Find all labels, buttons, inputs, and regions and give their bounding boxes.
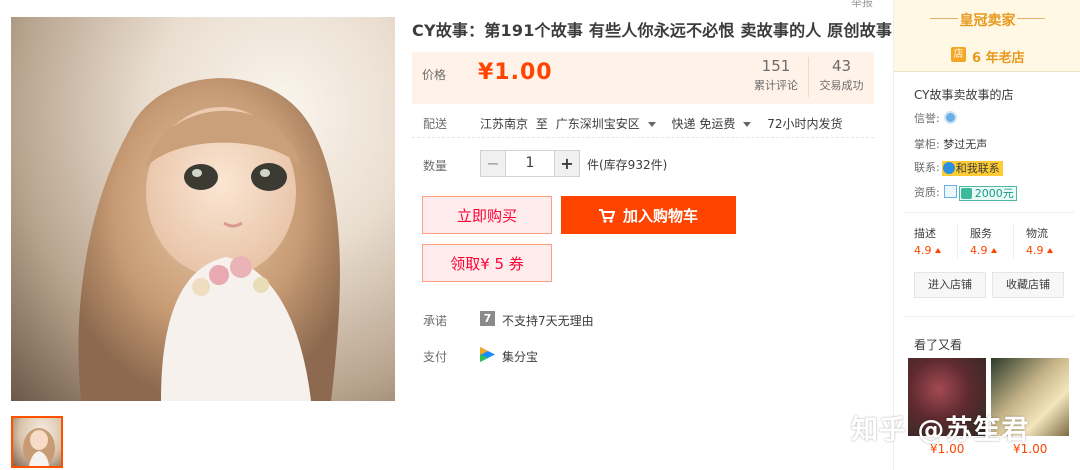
buy-now-button[interactable]: 立即购买 xyxy=(422,196,552,234)
product-title: CY故事：第191个故事 有些人你永远不必恨 卖故事的人 原创故事 xyxy=(412,21,893,40)
contact-label: 联系: xyxy=(914,161,940,174)
deposit-amount: 2000元 xyxy=(974,187,1014,200)
contact-seller-label: 和我联系 xyxy=(955,162,1000,175)
crown-seller-title: 皇冠卖家 xyxy=(959,13,1016,29)
shipping-method-select[interactable]: 快递 免运费 xyxy=(672,117,760,131)
report-link[interactable]: 举报 xyxy=(851,0,873,10)
credit-row: 信誉: xyxy=(914,110,957,126)
seven-day-return-icon: 7 xyxy=(480,311,495,326)
sales-count-stat[interactable]: 43 交易成功 xyxy=(808,57,874,97)
promise-label: 承诺 xyxy=(423,314,448,328)
doll-photo xyxy=(78,78,340,401)
quantity-stepper: − 1 + xyxy=(480,150,580,177)
divider xyxy=(957,224,958,258)
quantity-input[interactable]: 1 xyxy=(506,150,554,177)
cart-icon xyxy=(598,209,615,223)
shipping-label: 配送 xyxy=(423,117,448,131)
product-main-image[interactable] xyxy=(11,17,395,401)
id-verified-icon[interactable] xyxy=(943,185,957,198)
review-count-stat[interactable]: 151 累计评论 xyxy=(746,57,806,93)
arrow-up-icon xyxy=(990,248,997,253)
ship-from: 江苏南京 xyxy=(480,117,529,131)
contact-seller-button[interactable]: 和我联系 xyxy=(941,161,1003,176)
watermark: 知乎 @苏笙君 xyxy=(851,415,1030,446)
product-thumbnail[interactable] xyxy=(11,416,63,468)
store-icon: 店 xyxy=(951,47,966,62)
claim-coupon-button[interactable]: 领取¥ 5 券 xyxy=(422,244,552,282)
ship-to-word: 至 xyxy=(535,117,548,131)
shipping-method: 快递 免运费 xyxy=(671,117,736,131)
ship-destination: 广东深圳宝安区 xyxy=(555,117,640,131)
shop-name[interactable]: CY故事卖故事的店 xyxy=(914,86,1014,103)
enter-shop-button[interactable]: 进入店铺 xyxy=(914,272,986,298)
contact-row: 联系: 和我联系 xyxy=(914,159,1003,176)
arrow-up-icon xyxy=(1046,248,1053,253)
keeper-name[interactable]: 梦过无声 xyxy=(943,138,987,151)
qualification-label: 资质: xyxy=(914,186,940,199)
quantity-label: 数量 xyxy=(423,159,448,173)
favorite-shop-button[interactable]: 收藏店铺 xyxy=(992,272,1064,298)
rating-value: 4.9 xyxy=(1026,244,1076,257)
divider xyxy=(1017,18,1045,19)
price-panel: 价格 ¥1.00 151 累计评论 43 交易成功 xyxy=(412,52,874,104)
deposit-badge[interactable]: 2000元 xyxy=(958,186,1017,201)
credit-label: 信誉: xyxy=(914,112,940,125)
add-to-cart-button[interactable]: 加入购物车 xyxy=(561,196,736,234)
rating-score: 4.9 xyxy=(1026,244,1044,257)
store-age: 6 年老店 xyxy=(972,51,1025,66)
sales-count-label: 交易成功 xyxy=(819,79,864,92)
rating-score: 4.9 xyxy=(914,244,932,257)
seller-header: 皇冠卖家 店 6 年老店 xyxy=(894,0,1080,72)
shipping-details: 江苏南京 至 广东深圳宝安区 快递 免运费 72小时内发货 xyxy=(480,115,846,132)
also-viewed-title: 看了又看 xyxy=(914,338,963,352)
divider xyxy=(1013,224,1014,258)
quantity-decrease-button[interactable]: − xyxy=(480,150,506,177)
rating-score: 4.9 xyxy=(970,244,988,257)
rating-logistics: 物流 4.9 xyxy=(1026,225,1076,257)
alipay-points-icon xyxy=(480,347,495,362)
dispatch-time: 72小时内发货 xyxy=(767,117,843,131)
ship-destination-select[interactable]: 广东深圳宝安区 xyxy=(556,117,664,131)
divider xyxy=(904,316,1074,317)
arrow-up-icon xyxy=(934,248,941,253)
doll-thumbnail-image xyxy=(23,428,55,466)
keeper-label: 掌柜: xyxy=(914,138,940,151)
add-to-cart-label: 加入购物车 xyxy=(622,207,698,225)
price-value: ¥1.00 xyxy=(478,60,553,85)
promise-text[interactable]: 不支持7天无理由 xyxy=(502,312,594,329)
chevron-down-icon xyxy=(743,122,752,127)
payment-label: 支付 xyxy=(423,350,448,364)
rating-label: 物流 xyxy=(1026,227,1048,240)
quantity-increase-button[interactable]: + xyxy=(554,150,580,177)
divider xyxy=(904,212,1074,213)
review-count: 151 xyxy=(761,57,791,75)
price-label: 价格 xyxy=(422,68,447,82)
sales-count: 43 xyxy=(831,57,852,75)
payment-method[interactable]: 集分宝 xyxy=(502,348,538,365)
chevron-down-icon xyxy=(647,122,656,127)
qualification-row: 资质: 2000元 xyxy=(914,184,1017,201)
stock-info: 件(库存932件) xyxy=(587,158,668,172)
keeper-row: 掌柜: 梦过无声 xyxy=(914,136,987,152)
review-count-label: 累计评论 xyxy=(754,79,798,92)
credit-level-icon[interactable] xyxy=(943,111,957,124)
